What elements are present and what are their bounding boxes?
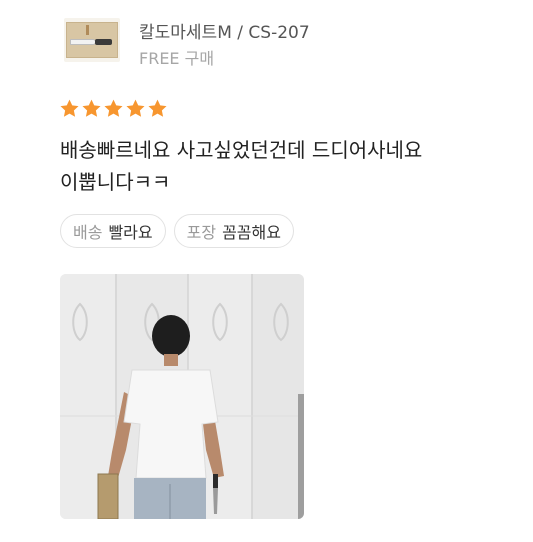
star-icon [82, 99, 101, 117]
star-icon [60, 99, 79, 117]
review-tags: 배송 빨라요 포장 꼼꼼해요 [60, 214, 294, 248]
star-icon [148, 99, 167, 117]
product-option: FREE 구매 [139, 49, 215, 68]
knife-blade-icon [70, 39, 96, 45]
review-line: 이뿝니다ㅋㅋ [60, 170, 171, 194]
review-text: 배송빠르네요 사고싶었던건데 드디어사네요 이뿝니다ㅋㅋ [60, 134, 500, 198]
product-name[interactable]: 칼도마세트M / CS-207 [139, 18, 310, 43]
tag-value: 꼼꼼해요 [222, 223, 281, 242]
board-grip-icon [86, 25, 89, 35]
tag-packaging: 포장 꼼꼼해요 [173, 214, 294, 248]
tag-key: 배송 [73, 223, 103, 242]
star-rating [59, 98, 168, 124]
star-icon [104, 99, 123, 117]
review-photo[interactable] [60, 274, 304, 519]
tag-key: 포장 [186, 223, 217, 242]
knife-handle-icon [95, 39, 112, 45]
review-line: 배송빠르네요 사고싶었던건데 드디어사네요 [60, 138, 423, 162]
product-thumbnail[interactable] [64, 18, 120, 62]
tag-delivery: 배송 빨라요 [60, 214, 166, 248]
product-header[interactable]: 칼도마세트M / CS-207 FREE 구매 [60, 14, 480, 68]
tag-value: 빨라요 [108, 223, 153, 242]
star-icon [126, 99, 145, 117]
